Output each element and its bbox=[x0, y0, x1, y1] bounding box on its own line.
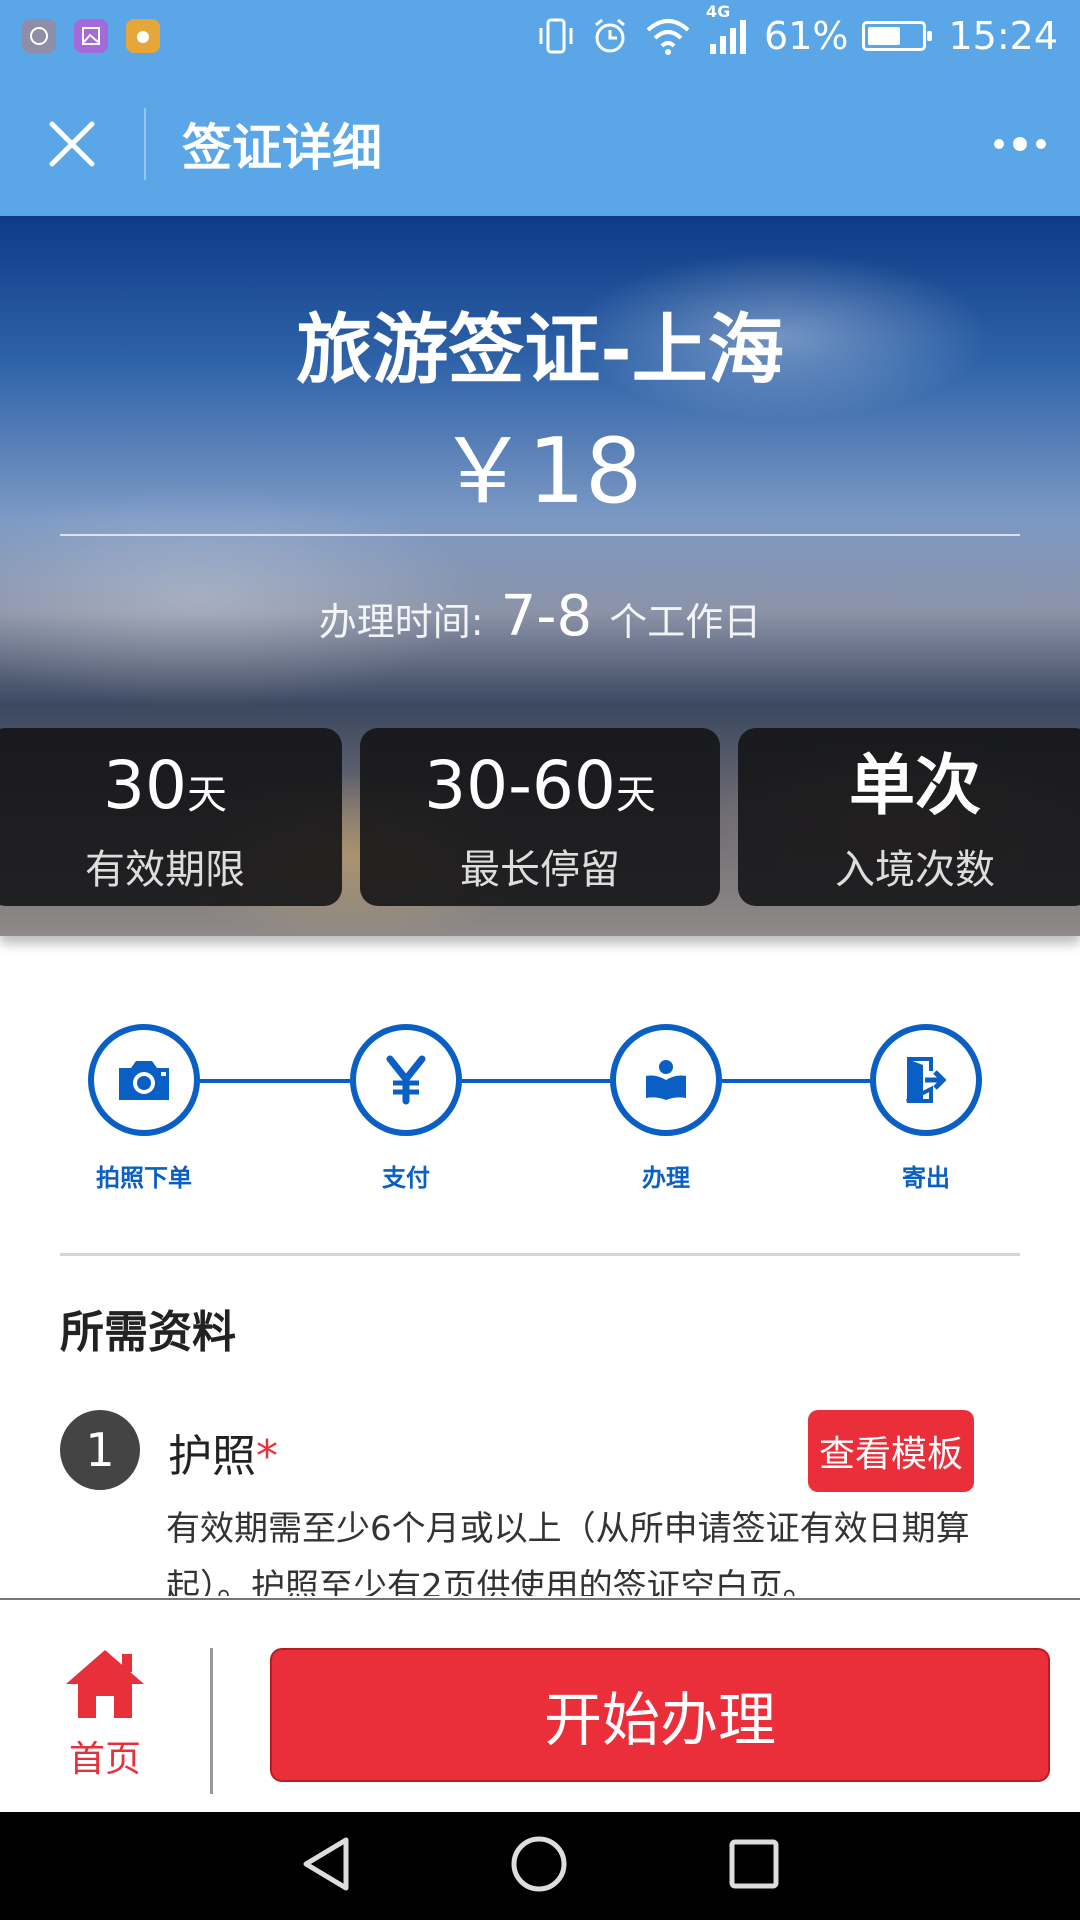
step-ship: 寄出 bbox=[866, 1024, 986, 1193]
battery-fill bbox=[868, 27, 901, 45]
close-icon bbox=[49, 121, 95, 167]
stat-value: 30-60天 bbox=[360, 750, 720, 831]
more-dot-icon bbox=[1013, 137, 1027, 151]
close-button[interactable] bbox=[0, 72, 144, 216]
step-photo-order: 拍照下单 bbox=[84, 1024, 204, 1193]
title-divider bbox=[144, 108, 146, 180]
step-label: 支付 bbox=[382, 1164, 430, 1192]
battery-percent: 61% bbox=[764, 14, 849, 58]
system-nav-bar bbox=[0, 1812, 1080, 1920]
visa-price: ￥18 bbox=[437, 419, 643, 524]
step-circle bbox=[610, 1024, 722, 1136]
stat-label: 最长停留 bbox=[460, 847, 620, 893]
recents-square-icon bbox=[729, 1839, 779, 1889]
section-divider bbox=[60, 1253, 1020, 1256]
notification-app-icon bbox=[22, 19, 56, 53]
back-button[interactable] bbox=[298, 1834, 352, 1898]
gallery-app-icon bbox=[74, 19, 108, 53]
processing-value: 7-8 bbox=[500, 584, 593, 649]
wifi-icon bbox=[646, 19, 690, 55]
stat-value: 30天 bbox=[0, 750, 342, 831]
stat-number: 30-60 bbox=[424, 747, 616, 824]
yuan-icon bbox=[386, 1055, 426, 1105]
more-dot-icon bbox=[994, 139, 1004, 149]
home-icon bbox=[66, 1650, 144, 1718]
stat-validity: 30天 有效期限 bbox=[0, 728, 342, 906]
processing-label: 办理时间: bbox=[318, 600, 484, 644]
bottom-divider bbox=[210, 1648, 213, 1794]
material-number-badge: 1 bbox=[60, 1410, 140, 1490]
visa-hero: 旅游签证-上海 ￥18 办理时间: 7-8 个工作日 30天 有效期限 30-6… bbox=[0, 216, 1080, 936]
page-title: 签证详细 bbox=[182, 119, 382, 177]
step-circle bbox=[870, 1024, 982, 1136]
step-circle bbox=[350, 1024, 462, 1136]
home-circle-icon bbox=[511, 1836, 567, 1892]
stat-unit: 天 bbox=[615, 772, 656, 818]
signal-icon bbox=[710, 20, 747, 54]
status-notifications bbox=[22, 19, 160, 53]
battery-icon bbox=[862, 21, 933, 51]
steps-connector bbox=[144, 1079, 926, 1083]
hero-divider bbox=[60, 534, 1020, 536]
process-steps: 拍照下单 支付 办理 寄出 bbox=[0, 1020, 1080, 1193]
stat-value: 单次 bbox=[738, 750, 1080, 831]
exit-door-icon bbox=[906, 1057, 947, 1103]
start-processing-button[interactable]: 开始办理 bbox=[270, 1648, 1050, 1782]
alarm-icon bbox=[595, 18, 625, 53]
required-mark: * bbox=[256, 1431, 278, 1482]
bottom-action-bar: 首页 开始办理 bbox=[0, 1598, 1080, 1812]
home-label: 首页 bbox=[68, 1739, 141, 1780]
more-dot-icon bbox=[1036, 139, 1046, 149]
network-type: 4G bbox=[706, 2, 731, 21]
stat-label: 入境次数 bbox=[835, 847, 995, 893]
status-bar: 4G 61% 15:24 bbox=[0, 0, 1080, 72]
vibrate-icon bbox=[539, 18, 573, 54]
title-bar: 签证详细 bbox=[0, 72, 1080, 216]
step-label: 寄出 bbox=[902, 1164, 950, 1192]
stat-max-stay: 30-60天 最长停留 bbox=[360, 728, 720, 906]
stat-number: 30 bbox=[103, 747, 187, 824]
stat-unit: 天 bbox=[186, 772, 227, 818]
stat-entries: 单次 入境次数 bbox=[738, 728, 1080, 906]
visa-title: 旅游签证-上海 bbox=[296, 305, 784, 394]
view-template-button[interactable]: 查看模板 bbox=[808, 1410, 974, 1492]
materials-title: 所需资料 bbox=[60, 1307, 236, 1358]
hand-app-icon bbox=[126, 19, 160, 53]
back-triangle-icon bbox=[303, 1837, 349, 1891]
processing-time: 办理时间: 7-8 个工作日 bbox=[0, 584, 1080, 649]
step-processing: 办理 bbox=[606, 1024, 726, 1193]
camera-icon bbox=[119, 1061, 169, 1100]
step-label: 办理 bbox=[642, 1164, 690, 1192]
book-icon bbox=[646, 1060, 686, 1100]
signal-indicator: 4G bbox=[706, 2, 750, 56]
step-circle bbox=[88, 1024, 200, 1136]
material-description: 有效期需至少6个月或以上（从所申请签证有效日期算起）。护照至少有2页供使用的签证… bbox=[166, 1509, 970, 1596]
step-payment: 支付 bbox=[346, 1024, 466, 1193]
step-label: 拍照下单 bbox=[96, 1164, 192, 1192]
recents-button[interactable] bbox=[726, 1836, 782, 1896]
stat-number: 单次 bbox=[849, 747, 981, 824]
clock-time: 15:24 bbox=[948, 14, 1058, 58]
more-button[interactable] bbox=[960, 72, 1080, 216]
material-title: 护照* bbox=[168, 1420, 278, 1484]
material-title-text: 护照 bbox=[168, 1431, 256, 1482]
home-button[interactable]: 首页 bbox=[40, 1646, 170, 1782]
processing-unit: 个工作日 bbox=[609, 600, 762, 644]
home-nav-button[interactable] bbox=[509, 1834, 569, 1898]
status-indicators: 4G 61% 15:24 bbox=[536, 2, 1058, 58]
stat-label: 有效期限 bbox=[85, 847, 245, 893]
